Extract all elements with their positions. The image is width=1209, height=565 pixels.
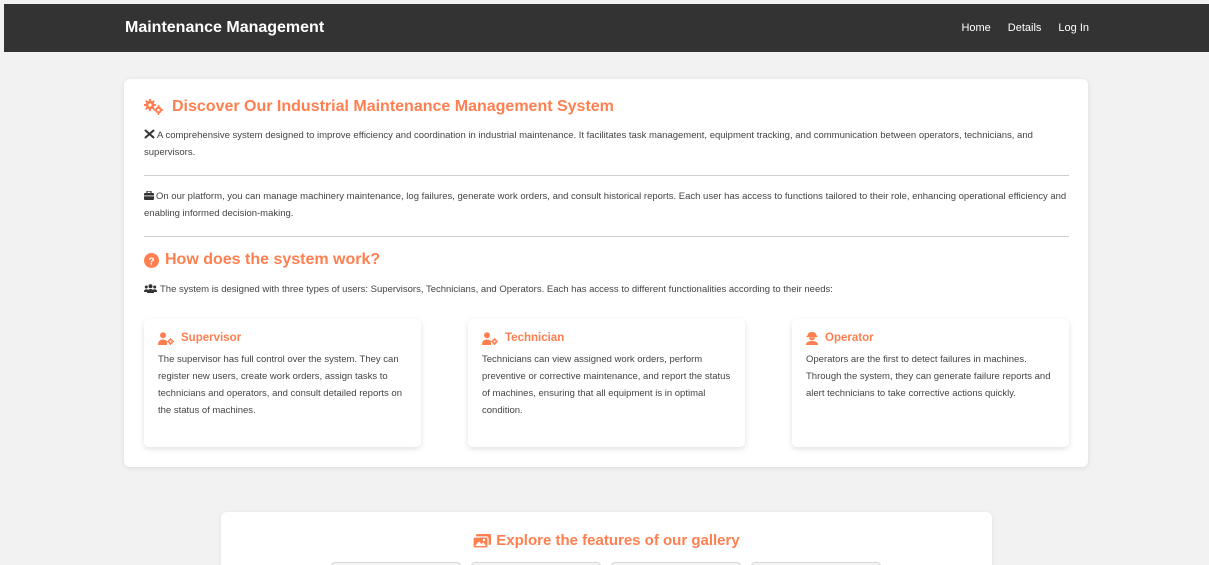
divider-1 [144, 175, 1069, 176]
brand-title[interactable]: Maintenance Management [125, 19, 324, 37]
gallery-title: Explore the features of our gallery [496, 532, 740, 549]
role-description-supervisor: The supervisor has full control over the… [158, 354, 402, 416]
role-title-technician: Technician [505, 332, 565, 344]
divider-2 [144, 236, 1069, 237]
role-title-supervisor: Supervisor [181, 332, 242, 344]
nav-login-link[interactable]: Log In [1058, 22, 1089, 34]
question-circle-icon: ? [144, 252, 159, 268]
role-heading: Supervisor [158, 331, 407, 345]
intro-paragraph-2: On our platform, you can manage machiner… [144, 188, 1069, 222]
intro-paragraph-1-text: A comprehensive system designed to impro… [144, 130, 1033, 158]
nav-details-link[interactable]: Details [1008, 22, 1042, 34]
intro-paragraph-1: A comprehensive system designed to impro… [144, 127, 1069, 161]
gears-icon [144, 99, 164, 115]
role-card-technician: Technician Technicians can view assigned… [468, 319, 745, 447]
role-card-operator: Operator Operators are the first to dete… [792, 319, 1069, 447]
images-icon [473, 533, 492, 548]
how-paragraph: The system is designed with three types … [144, 281, 1069, 298]
main-nav: Home Details Log In [961, 22, 1089, 34]
nav-home-link[interactable]: Home [961, 22, 990, 34]
intro-heading: Discover Our Industrial Maintenance Mana… [144, 97, 1069, 117]
role-heading: Operator [806, 331, 1055, 345]
intro-title: Discover Our Industrial Maintenance Mana… [172, 98, 614, 115]
user-cog-icon [482, 331, 498, 345]
user-hardhat-icon [806, 331, 818, 345]
how-paragraph-text: The system is designed with three types … [160, 284, 833, 295]
role-title-operator: Operator [825, 332, 874, 344]
users-icon [144, 284, 157, 293]
role-description-operator: Operators are the first to detect failur… [806, 354, 1051, 399]
intro-paragraph-2-text: On our platform, you can manage machiner… [144, 191, 1067, 219]
user-cog-icon [158, 331, 174, 345]
how-title: How does the system work? [165, 251, 381, 268]
intro-card: Discover Our Industrial Maintenance Mana… [124, 79, 1088, 467]
gallery-heading: Explore the features of our gallery [221, 532, 992, 549]
top-navbar: Maintenance Management Home Details Log … [4, 4, 1209, 52]
gallery-card: Explore the features of our gallery [221, 512, 992, 565]
how-heading: ? How does the system work? [144, 249, 1069, 271]
roles-row: Supervisor The supervisor has full contr… [144, 319, 1069, 447]
svg-text:?: ? [148, 256, 154, 267]
role-card-supervisor: Supervisor The supervisor has full contr… [144, 319, 421, 447]
tools-icon [144, 129, 155, 139]
briefcase-icon [144, 191, 154, 200]
role-heading: Technician [482, 331, 731, 345]
role-description-technician: Technicians can view assigned work order… [482, 354, 731, 416]
